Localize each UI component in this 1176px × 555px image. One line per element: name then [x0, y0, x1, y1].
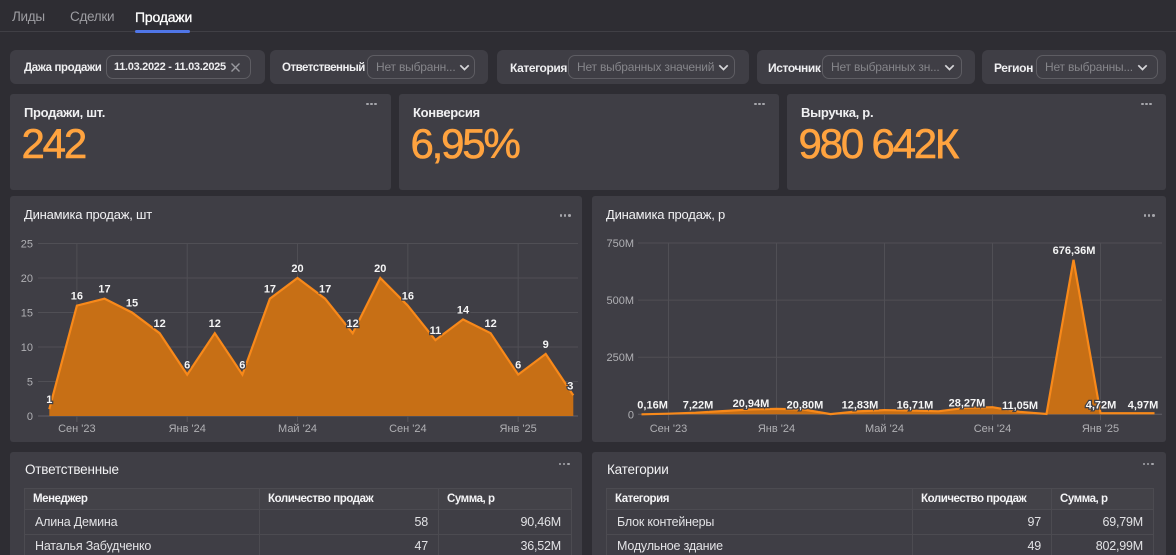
svg-text:750M: 750M [606, 238, 634, 250]
svg-text:12: 12 [347, 318, 359, 330]
svg-text:6: 6 [239, 360, 245, 372]
svg-text:20: 20 [21, 273, 33, 285]
svg-text:16,71M: 16,71M [897, 399, 934, 411]
svg-text:17: 17 [319, 284, 331, 296]
svg-text:0: 0 [27, 411, 33, 423]
svg-text:20,94M: 20,94M [733, 398, 770, 410]
svg-text:500M: 500M [606, 295, 634, 307]
svg-text:Сен '24: Сен '24 [389, 423, 427, 435]
svg-text:5: 5 [27, 377, 33, 389]
svg-text:7,22M: 7,22M [683, 399, 714, 411]
svg-text:15: 15 [21, 308, 33, 320]
svg-text:20: 20 [291, 263, 303, 275]
svg-text:Янв '24: Янв '24 [169, 423, 206, 435]
svg-text:0,16M: 0,16M [637, 399, 668, 411]
svg-text:4,97M: 4,97M [1128, 399, 1159, 411]
svg-text:20,80M: 20,80M [787, 399, 824, 411]
svg-text:1: 1 [46, 394, 52, 406]
svg-text:Май '24: Май '24 [865, 423, 904, 435]
svg-text:Янв '25: Янв '25 [500, 423, 537, 435]
svg-text:11: 11 [430, 325, 442, 337]
svg-text:15: 15 [126, 298, 138, 310]
svg-text:4,72M: 4,72M [1086, 399, 1117, 411]
svg-text:10: 10 [21, 342, 33, 354]
svg-text:25: 25 [21, 239, 33, 251]
svg-text:9: 9 [543, 339, 549, 351]
svg-text:12: 12 [484, 318, 496, 330]
svg-text:250M: 250M [606, 352, 634, 364]
svg-text:11,05M: 11,05M [1002, 400, 1038, 412]
svg-text:3: 3 [567, 380, 573, 392]
svg-text:6: 6 [515, 360, 521, 372]
svg-text:16: 16 [71, 291, 83, 303]
svg-text:Май '24: Май '24 [278, 423, 317, 435]
svg-text:Янв '25: Янв '25 [1082, 423, 1119, 435]
svg-text:12,83M: 12,83M [842, 399, 879, 411]
svg-text:14: 14 [457, 304, 470, 316]
svg-text:17: 17 [264, 284, 276, 296]
svg-text:Янв '24: Янв '24 [758, 423, 795, 435]
svg-text:Сен '24: Сен '24 [974, 423, 1012, 435]
svg-text:Сен '23: Сен '23 [58, 423, 96, 435]
svg-text:28,27M: 28,27M [949, 397, 986, 409]
svg-text:12: 12 [209, 318, 221, 330]
svg-text:Сен '23: Сен '23 [650, 423, 688, 435]
svg-text:16: 16 [402, 291, 414, 303]
svg-text:676,36M: 676,36M [1053, 245, 1096, 257]
svg-text:0: 0 [628, 409, 634, 421]
svg-text:17: 17 [98, 284, 110, 296]
svg-text:12: 12 [153, 318, 165, 330]
svg-text:20: 20 [374, 263, 386, 275]
svg-text:6: 6 [184, 360, 190, 372]
